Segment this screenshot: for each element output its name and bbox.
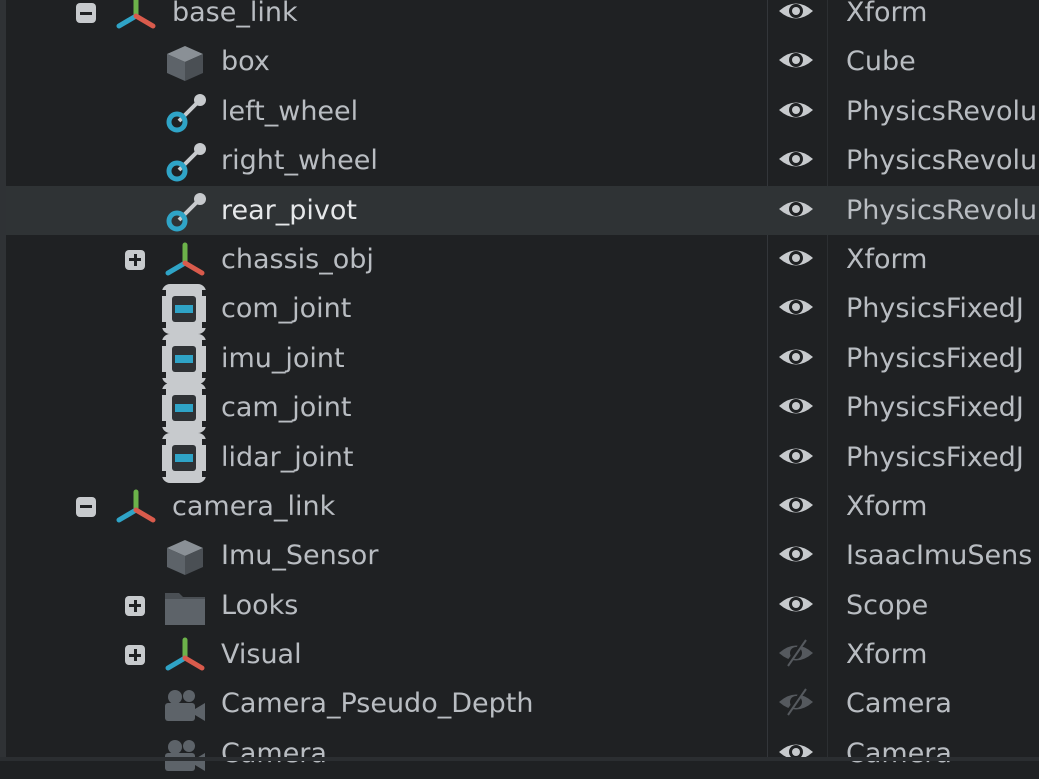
eye-icon[interactable] [776,539,816,569]
eye-icon[interactable] [776,292,816,322]
eye-icon[interactable] [776,0,816,26]
eye-icon[interactable] [776,194,816,224]
panel-bottom-border [0,757,1039,761]
tree-row[interactable]: Visual Xform [6,630,1039,679]
prim-type: Xform [846,0,928,28]
folder-icon [163,587,207,627]
prim-name: chassis_obj [221,243,374,275]
expand-icon[interactable] [125,645,145,666]
xform-axis-icon [163,636,207,676]
prim-name: lidar_joint [221,441,354,473]
prim-type: Camera [846,737,952,769]
prim-type: Xform [846,243,928,275]
prim-type: PhysicsRevolu [846,145,1038,177]
tree-row[interactable]: Looks Scope [6,581,1039,630]
fixed-joint-icon [158,333,210,384]
prim-type: Camera [846,688,952,720]
eye-icon[interactable] [776,490,816,520]
collapse-icon[interactable] [76,496,96,517]
xform-axis-icon [114,0,158,34]
prim-name: Imu_Sensor [221,540,379,572]
eye-icon[interactable] [776,144,816,174]
expand-icon[interactable] [125,249,145,270]
prim-name: base_link [172,0,298,28]
collapse-icon[interactable] [76,3,96,23]
prim-type: PhysicsFixedJ [846,441,1024,473]
revolute-joint-icon [163,93,207,133]
eye-icon[interactable] [776,391,816,421]
eye-icon[interactable] [776,737,816,767]
prim-type: Scope [846,589,929,621]
tree-row[interactable]: cam_joint PhysicsFixedJ [6,383,1039,434]
tree-row[interactable]: chassis_obj Xform [6,235,1039,284]
camera-icon [163,735,207,775]
prim-type: PhysicsFixedJ [846,392,1024,424]
prim-name: Camera [221,737,327,769]
fixed-joint-icon [158,383,210,434]
eye-icon[interactable] [776,589,816,619]
eye-icon[interactable] [776,45,816,75]
eye-icon[interactable] [776,342,816,372]
tree-row[interactable]: Camera_Pseudo_Depth Camera [6,679,1039,728]
camera-icon [163,685,207,725]
xform-axis-icon [114,488,158,528]
tree-row[interactable]: base_link Xform [6,0,1039,37]
prim-type: Xform [846,490,928,522]
prim-name: left_wheel [221,95,359,127]
eye-icon[interactable] [776,243,816,273]
prim-type: PhysicsRevolu [846,95,1038,127]
prim-name: Visual [221,639,302,671]
tree-row[interactable]: Camera Camera [6,729,1039,778]
prim-name: right_wheel [221,145,378,177]
tree-row[interactable]: lidar_joint PhysicsFixedJ [6,432,1039,483]
stage-tree: base_link Xform box Cube left_wheel PhysicsRe… [6,0,1039,778]
tree-row[interactable]: left_wheel PhysicsRevolu [6,87,1039,136]
tree-row[interactable]: right_wheel PhysicsRevolu [6,136,1039,185]
eye-icon[interactable] [776,441,816,471]
cube-icon [163,43,207,83]
tree-row[interactable]: rear_pivot PhysicsRevolu [6,185,1039,235]
tree-row[interactable]: Imu_Sensor IsaacImuSens [6,531,1039,580]
prim-name: cam_joint [221,392,352,424]
prim-name: Looks [221,589,299,621]
prim-name: imu_joint [221,342,345,374]
tree-row[interactable]: imu_joint PhysicsFixedJ [6,333,1039,384]
tree-row[interactable]: box Cube [6,37,1039,86]
eye-hidden-icon[interactable] [776,687,816,717]
expand-icon[interactable] [125,595,145,616]
prim-name: Camera_Pseudo_Depth [221,688,534,720]
revolute-joint-icon [163,192,207,232]
prim-type: IsaacImuSens [846,540,1033,572]
cube-icon [163,537,207,577]
prim-name: camera_link [172,490,336,522]
prim-type: PhysicsFixedJ [846,342,1024,374]
prim-type: Cube [846,46,916,78]
xform-axis-icon [163,241,207,281]
prim-name: rear_pivot [221,194,357,226]
eye-hidden-icon[interactable] [776,638,816,668]
prim-type: Xform [846,639,928,671]
fixed-joint-icon [158,432,210,483]
tree-row[interactable]: camera_link Xform [6,482,1039,531]
revolute-joint-icon [163,142,207,182]
prim-name: box [221,46,270,78]
prim-type: PhysicsRevolu [846,194,1038,226]
fixed-joint-icon [158,284,210,335]
eye-icon[interactable] [776,95,816,125]
prim-name: com_joint [221,293,352,325]
prim-type: PhysicsFixedJ [846,293,1024,325]
tree-row[interactable]: com_joint PhysicsFixedJ [6,284,1039,335]
